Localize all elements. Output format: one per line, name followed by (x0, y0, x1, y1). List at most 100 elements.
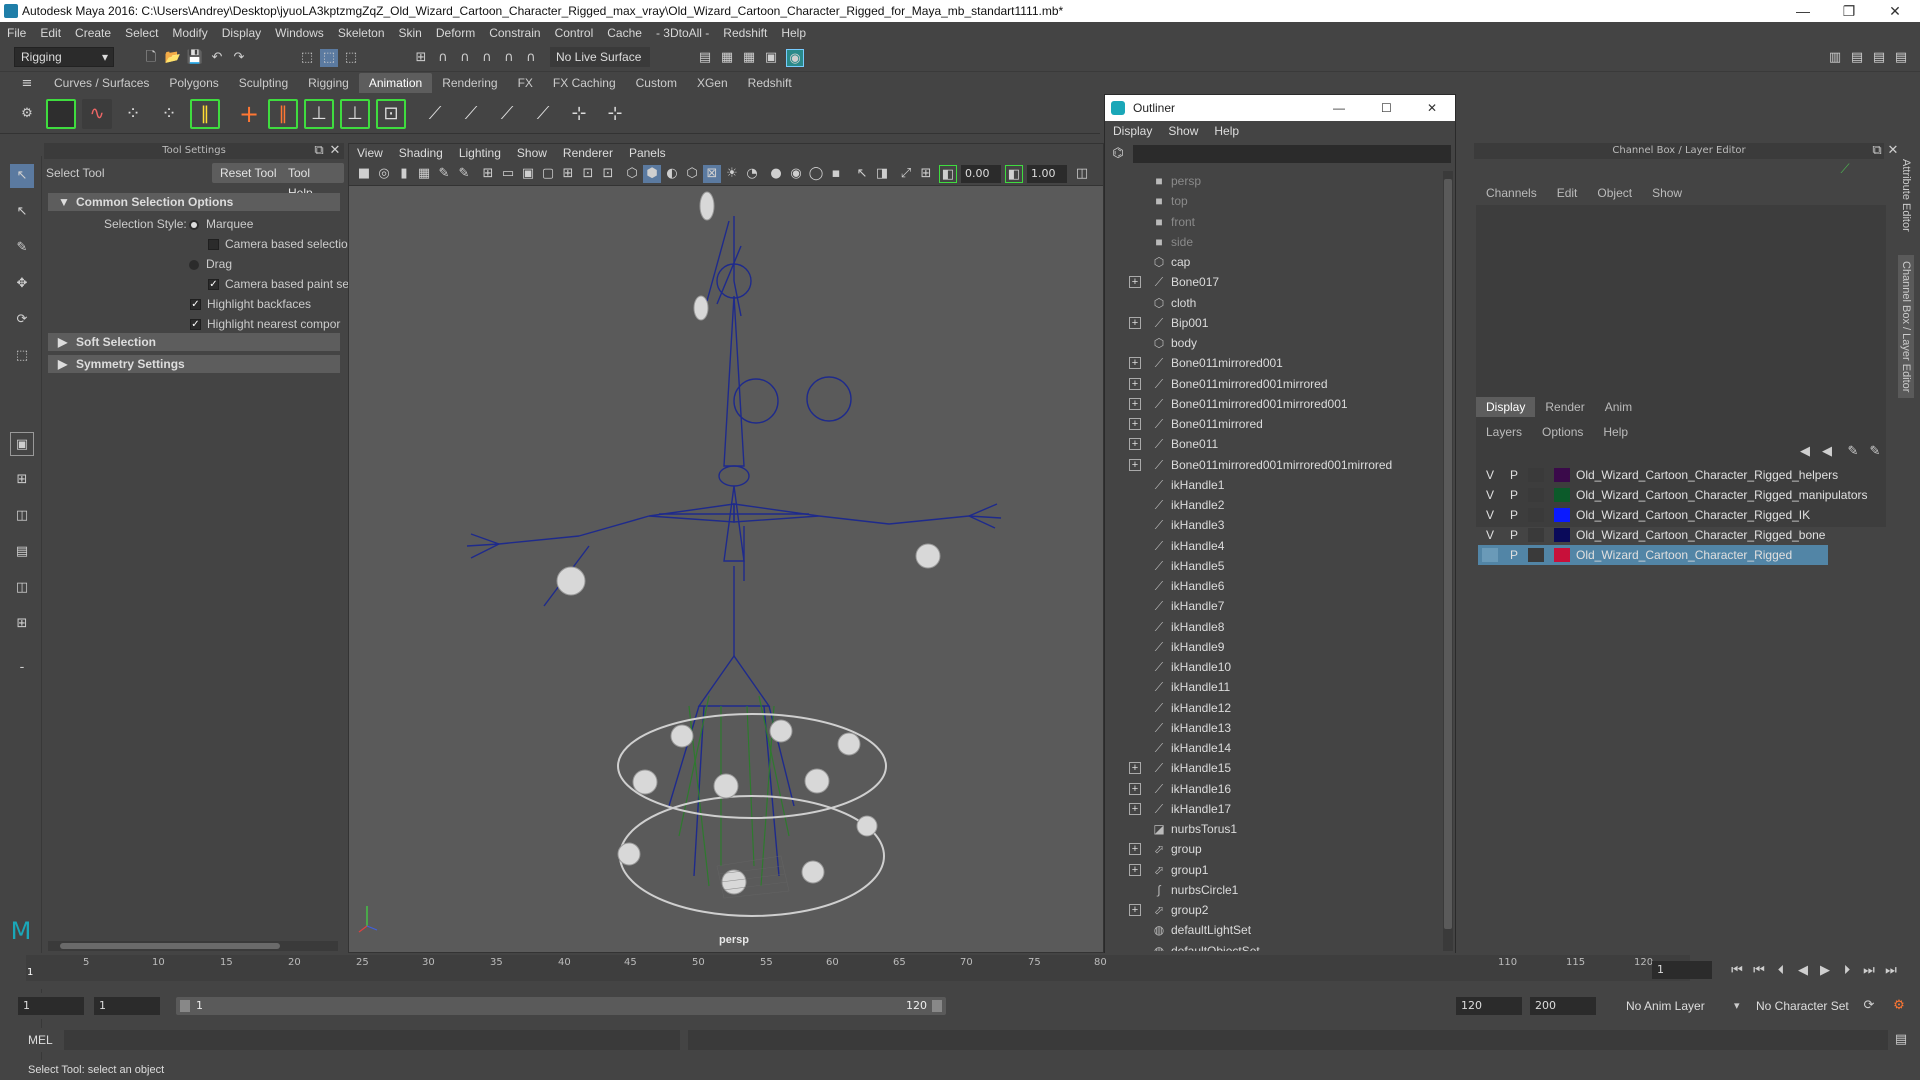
lasso-tool-icon[interactable]: ↖ (10, 200, 34, 224)
layer-color-swatch[interactable] (1554, 548, 1570, 562)
playback-toggle[interactable]: P (1506, 525, 1522, 545)
command-input[interactable] (64, 1030, 680, 1050)
shelf-tab-fx[interactable]: FX (508, 73, 543, 93)
filter-icon[interactable]: ⌬ (1109, 145, 1127, 163)
start-time-field[interactable]: 1 (18, 997, 84, 1015)
outliner-item-ikhandle17[interactable]: + ⟋ ikHandle17 (1105, 799, 1445, 819)
display-type-toggle[interactable] (1528, 488, 1544, 502)
outliner-item-persp[interactable]: ■ persp (1105, 171, 1445, 191)
field-chart-icon[interactable]: ⊞ (559, 165, 577, 183)
shelf-tab-fx-caching[interactable]: FX Caching (543, 73, 626, 93)
xray-icon[interactable]: ⊠ (703, 165, 721, 183)
outliner-item-ikhandle14[interactable]: ⟋ ikHandle14 (1105, 738, 1445, 758)
time-slider[interactable]: 5 10 15 20 25 30 35 40 45 50 55 60 65 70 75 80 110 115 120… (0, 953, 1920, 989)
shelf-tab-redshift[interactable]: Redshift (738, 73, 802, 93)
grid-toggle-icon[interactable]: ⊞ (479, 165, 497, 183)
outliner-item-body[interactable]: ⬡ body (1105, 333, 1445, 353)
layer-color-swatch[interactable] (1554, 528, 1570, 542)
resolution-gate-icon[interactable]: ▣ (519, 165, 537, 183)
exposure-icon[interactable]: ◧ (939, 165, 957, 183)
bind-skin-icon[interactable]: ⟋ (528, 99, 558, 129)
playback-toggle[interactable]: P (1506, 465, 1522, 485)
expand-icon[interactable]: + (1129, 863, 1141, 876)
menu-file[interactable]: File (0, 26, 33, 40)
select-component-icon[interactable]: ⬚ (342, 49, 360, 67)
undo-icon[interactable]: ↶ (208, 49, 226, 67)
grease-pencil-icon[interactable]: ✎ (455, 165, 473, 183)
snap-plane-icon[interactable]: ∩ (522, 49, 540, 67)
dope-sheet-icon[interactable]: ⁘ (118, 99, 148, 129)
tool-help-button[interactable]: Tool Help (280, 163, 344, 200)
playback-end-field[interactable]: 120 (1456, 997, 1522, 1015)
channel-menu-channels[interactable]: Channels (1476, 183, 1547, 203)
minimize-button[interactable]: — (1780, 0, 1826, 22)
layer-tab-render[interactable]: Render (1535, 397, 1594, 417)
outliner-search-field[interactable] (1133, 145, 1451, 163)
toggle-attributes-icon[interactable]: ▤ (1892, 49, 1910, 67)
outliner-item-side[interactable]: ■ side (1105, 232, 1445, 252)
display-layer-row[interactable]: P Old_Wizard_Cartoon_Character_Rigged (1478, 545, 1828, 565)
persp-graph-icon[interactable]: ◫ (10, 576, 34, 600)
two-d-pan-icon[interactable]: ✎ (435, 165, 453, 183)
close-button[interactable]: ✕ (1872, 0, 1918, 22)
trax-editor-icon[interactable]: ⁘ (154, 99, 184, 129)
safe-title-icon[interactable]: ⊡ (599, 165, 617, 183)
layer-tab-display[interactable]: Display (1476, 397, 1536, 417)
outliner-item-bone011mirrored001[interactable]: + ⟋ Bone011mirrored001 (1105, 353, 1445, 373)
single-view-icon[interactable]: ▣ (10, 432, 34, 456)
expand-icon[interactable]: + (1129, 397, 1141, 410)
timeline-track[interactable] (26, 955, 1690, 981)
expand-icon[interactable]: + (1129, 843, 1141, 856)
soft-selection-frame[interactable]: ▶ Soft Selection (48, 333, 340, 351)
go-to-start-icon[interactable]: ⏮ (1728, 962, 1746, 980)
parent-constraint-icon[interactable]: ‖ (268, 99, 298, 129)
collapse-icon[interactable]: - (10, 656, 34, 680)
scale-tool-icon[interactable]: ⬚ (10, 344, 34, 368)
wireframe-icon[interactable]: ⬡ (623, 165, 641, 183)
go-to-end-icon[interactable]: ⏭ (1882, 962, 1900, 980)
expand-icon[interactable]: + (1129, 802, 1141, 815)
menu-create[interactable]: Create (68, 26, 118, 40)
step-forward-key-icon[interactable]: ⏭ (1860, 962, 1878, 980)
tool-settings-hscrollbar[interactable] (48, 941, 338, 951)
side-by-side-icon[interactable]: ◫ (10, 504, 34, 528)
outliner-item-ikhandle16[interactable]: + ⟋ ikHandle16 (1105, 779, 1445, 799)
smooth-shade-icon[interactable]: ⬢ (643, 165, 661, 183)
step-back-frame-icon[interactable]: ⏴ (1772, 962, 1790, 980)
visibility-toggle[interactable]: V (1482, 485, 1498, 505)
outliner-item-nurbstorus1[interactable]: ◪ nurbsTorus1 (1105, 819, 1445, 839)
outliner-item-cap[interactable]: ⬡ cap (1105, 252, 1445, 272)
gamma-icon[interactable]: ◧ (1005, 165, 1023, 183)
outliner-item-ikhandle6[interactable]: ⟋ ikHandle6 (1105, 576, 1445, 596)
menu-deform[interactable]: Deform (429, 26, 482, 40)
menu-redshift[interactable]: Redshift (716, 26, 774, 40)
outliner-menu-show[interactable]: Show (1160, 124, 1206, 138)
chevron-down-icon[interactable]: ▾ (1734, 999, 1740, 1012)
viewport-menu-lighting[interactable]: Lighting (451, 146, 509, 160)
outliner-item-bip001[interactable]: + ⟋ Bip001 (1105, 313, 1445, 333)
move-layer-down-icon[interactable]: ◀ (1818, 443, 1836, 461)
hypershade-icon[interactable]: ◉ (786, 49, 804, 67)
ambient-occlusion-icon[interactable]: ● (767, 165, 785, 183)
menu-display[interactable]: Display (215, 26, 268, 40)
channel-menu-edit[interactable]: Edit (1547, 183, 1588, 203)
drag-radio[interactable] (189, 260, 199, 270)
expand-icon[interactable]: + (1129, 904, 1141, 916)
shelf-tab-curves-surfaces[interactable]: Curves / Surfaces (44, 73, 159, 93)
auto-key-icon[interactable]: ⟳ (1860, 997, 1878, 1015)
current-frame-field[interactable]: 1 (1652, 961, 1712, 979)
select-object-icon[interactable]: ⬚ (320, 49, 338, 67)
scene-rig-canvas[interactable] (349, 186, 1103, 952)
four-view-icon[interactable]: ⊞ (10, 468, 34, 492)
shelf-tab-rigging[interactable]: Rigging (298, 73, 359, 93)
move-layer-up-icon[interactable]: ◀ (1796, 443, 1814, 461)
viewport-menu-show[interactable]: Show (509, 146, 555, 160)
attribute-editor-tab[interactable]: Attribute Editor (1898, 153, 1914, 238)
menu-edit[interactable]: Edit (33, 26, 68, 40)
exposure-field[interactable]: 0.00 (961, 165, 1001, 183)
viewport-menu-panels[interactable]: Panels (621, 146, 674, 160)
outliner-item-ikhandle13[interactable]: ⟋ ikHandle13 (1105, 718, 1445, 738)
live-surface-field[interactable]: No Live Surface (550, 47, 650, 67)
anti-alias-icon[interactable]: ◯ (807, 165, 825, 183)
film-gate-icon[interactable]: ▭ (499, 165, 517, 183)
